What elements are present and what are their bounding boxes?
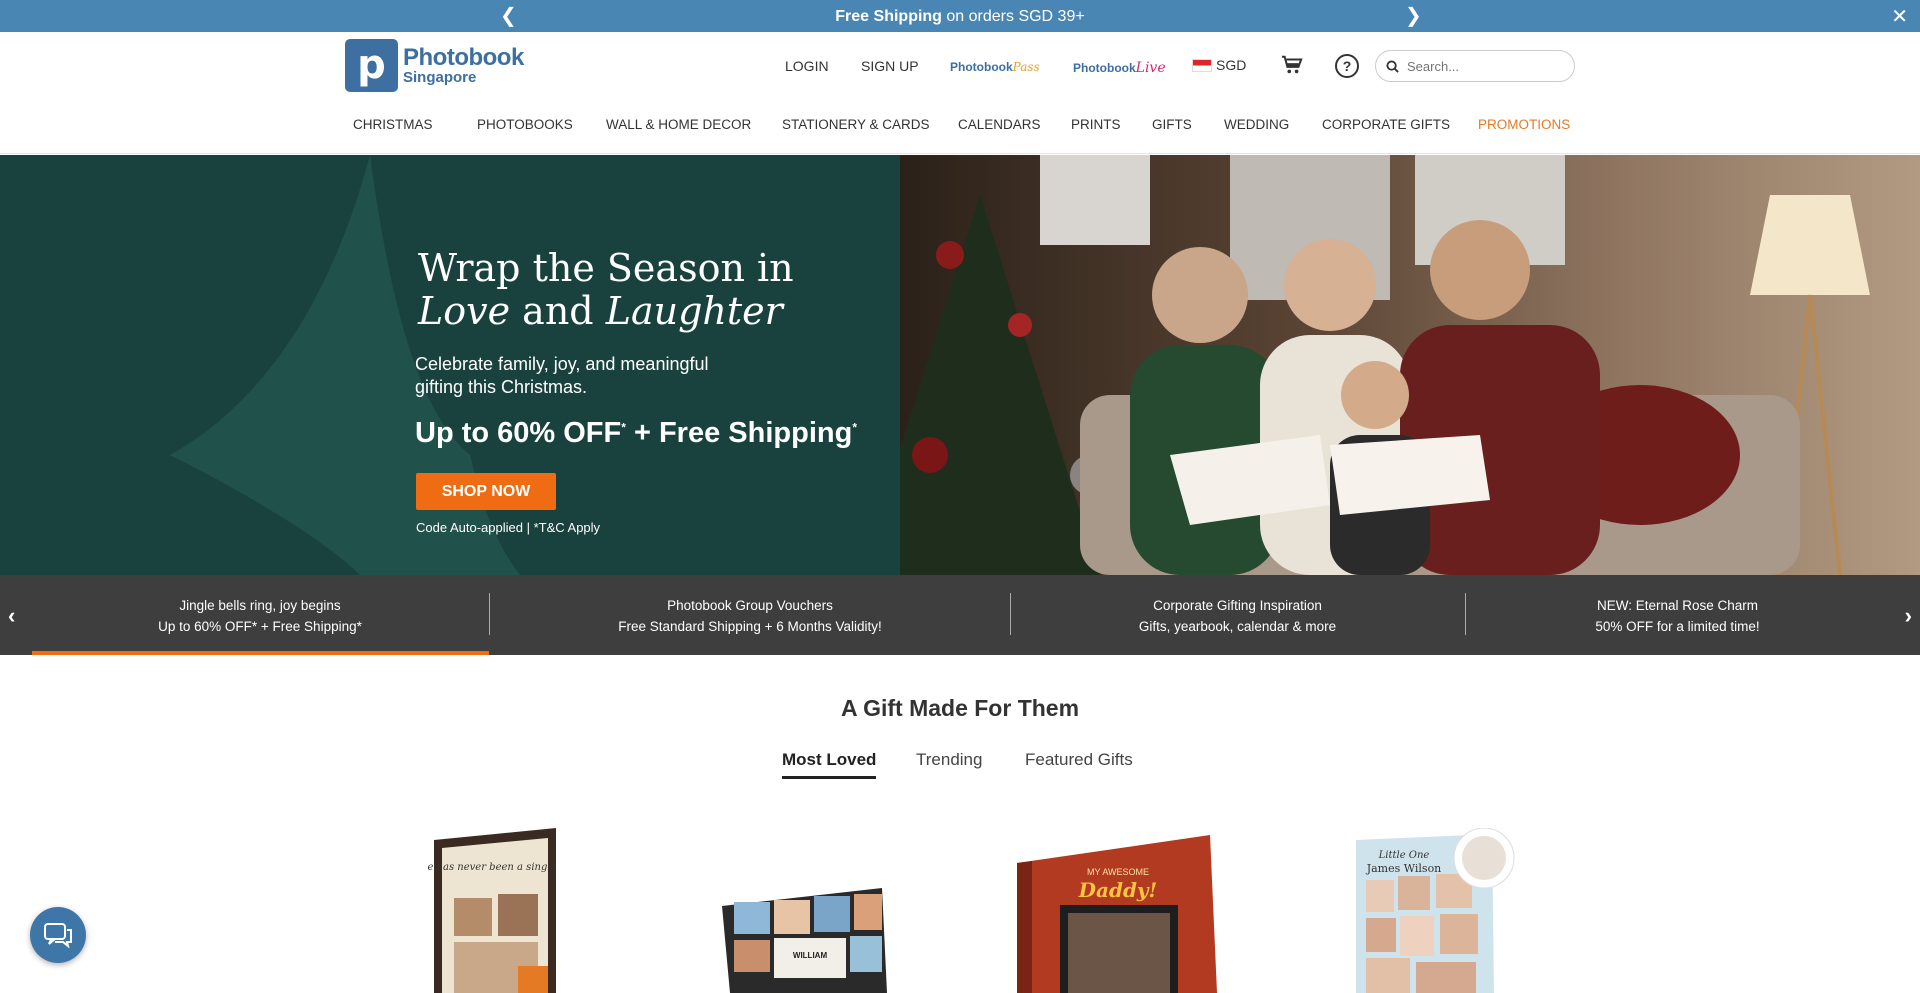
promo-1-line2: Up to 60% OFF* + Free Shipping* xyxy=(158,619,362,634)
offer-free: + Free Shipping xyxy=(625,417,853,449)
offer-star-2: * xyxy=(852,420,857,435)
tab-trending[interactable]: Trending xyxy=(916,750,982,770)
product-frame[interactable]: Home has never been a single place xyxy=(428,828,558,993)
hero-banner[interactable]: Wrap the Season in Love and Laughter Cel… xyxy=(0,155,1920,575)
pass-script: Pass xyxy=(1012,60,1040,74)
collage-name: James Wilson xyxy=(1366,862,1442,875)
nav-promotions[interactable]: PROMOTIONS xyxy=(1478,117,1570,132)
shop-now-button[interactable]: SHOP NOW xyxy=(416,473,556,510)
hero-family-image xyxy=(900,155,1920,575)
nav-stationery-cards[interactable]: STATIONERY & CARDS xyxy=(782,117,930,132)
promo-item-3[interactable]: Corporate Gifting Inspiration Gifts, yea… xyxy=(1040,595,1435,637)
announcement-text: on orders SGD 39+ xyxy=(941,8,1085,25)
collage-top: Little One xyxy=(1378,850,1430,861)
logo-line2: Singapore xyxy=(403,68,477,86)
nav-wall-home-decor[interactable]: WALL & HOME DECOR xyxy=(606,117,751,132)
logo-mark: p xyxy=(345,39,398,92)
chat-icon[interactable] xyxy=(30,907,86,963)
nav-gifts[interactable]: GIFTS xyxy=(1152,117,1192,132)
nav-photobooks[interactable]: PHOTOBOOKS xyxy=(477,117,573,132)
carousel-progress-bar xyxy=(32,651,489,655)
nav-christmas[interactable]: CHRISTMAS xyxy=(353,117,433,132)
promo-4-line1: NEW: Eternal Rose Charm xyxy=(1596,598,1759,613)
hero-note: Code Auto-applied | *T&C Apply xyxy=(416,520,601,535)
nav-wedding[interactable]: WEDDING xyxy=(1224,117,1289,132)
promo-item-1[interactable]: Jingle bells ring, joy begins Up to 60% … xyxy=(60,595,460,637)
logo-line1: Photobook xyxy=(403,43,524,71)
gift-section-title: A Gift Made For Them xyxy=(840,695,1080,721)
hero-title-love: Love xyxy=(418,289,511,333)
photobook-pass-link[interactable]: PhotobookPass xyxy=(950,60,1040,74)
hero-text-panel: Wrap the Season in Love and Laughter Cel… xyxy=(0,155,900,575)
tab-most-loved[interactable]: Most Loved xyxy=(782,750,877,779)
photobook-live-link[interactable]: PhotobookLive xyxy=(1073,60,1166,76)
strip-next-icon[interactable]: › xyxy=(1905,603,1912,629)
promo-3-line2: Gifts, yearbook, calendar & more xyxy=(1138,619,1337,634)
chevron-right-icon[interactable]: ❯ xyxy=(1405,5,1422,27)
pass-brand: Photobook xyxy=(950,60,1013,74)
product-collage[interactable]: Little One James Wilson xyxy=(1352,828,1520,993)
announcement-bold: Free Shipping xyxy=(835,8,942,25)
currency-selector[interactable]: SGD xyxy=(1192,57,1246,73)
live-script: Live xyxy=(1135,60,1166,76)
login-link[interactable]: LOGIN xyxy=(785,58,829,74)
hero-title: Wrap the Season in Love and Laughter xyxy=(418,247,794,333)
offer-main: Up to 60% OFF xyxy=(415,417,622,449)
promo-1-line1: Jingle bells ring, joy begins xyxy=(179,598,341,613)
family-photo-illustration xyxy=(900,155,1870,575)
product-photobook[interactable]: MY AWESOME Daddy! xyxy=(1012,835,1217,993)
hero-offer: Up to 60% OFF* + Free Shipping* xyxy=(415,417,857,450)
hero-title-and: and xyxy=(510,289,606,333)
promo-3-line1: Corporate Gifting Inspiration xyxy=(1153,598,1322,613)
promo-strip: ‹ Jingle bells ring, joy begins Up to 60… xyxy=(0,575,1920,655)
currency-label: SGD xyxy=(1216,57,1247,73)
site-logo[interactable]: p Photobook Singapore xyxy=(345,39,524,92)
close-icon[interactable]: ✕ xyxy=(1891,4,1908,29)
promo-2-line2: Free Standard Shipping + 6 Months Validi… xyxy=(618,619,882,634)
calendar-name: WILLIAM xyxy=(793,951,828,960)
promo-divider xyxy=(1465,593,1466,635)
promo-2-line1: Photobook Group Vouchers xyxy=(667,598,833,613)
promo-divider xyxy=(489,593,490,635)
product-calendar[interactable]: WILLIAM xyxy=(722,888,887,993)
site-header: p Photobook Singapore LOGIN SIGN UP Phot… xyxy=(0,32,1920,154)
hero-title-line1: Wrap the Season in xyxy=(418,246,794,290)
nav-prints[interactable]: PRINTS xyxy=(1071,117,1121,132)
book-title: Daddy! xyxy=(1078,878,1158,902)
cart-icon[interactable] xyxy=(1281,54,1303,76)
logo-text: Photobook Singapore xyxy=(403,43,524,86)
announcement-message[interactable]: Free Shipping on orders SGD 39+ xyxy=(0,8,1920,26)
promo-4-line2: 50% OFF for a limited time! xyxy=(1595,619,1760,634)
strip-prev-icon[interactable]: ‹ xyxy=(8,603,15,629)
help-icon[interactable]: ? xyxy=(1335,54,1359,78)
signup-link[interactable]: SIGN UP xyxy=(861,58,919,74)
promo-divider xyxy=(1010,593,1011,635)
hero-subtitle: Celebrate family, joy, and meaningful gi… xyxy=(415,354,709,397)
nav-corporate-gifts[interactable]: CORPORATE GIFTS xyxy=(1322,117,1450,132)
live-brand: Photobook xyxy=(1073,61,1136,75)
promo-item-4[interactable]: NEW: Eternal Rose Charm 50% OFF for a li… xyxy=(1495,595,1860,637)
nav-calendars[interactable]: CALENDARS xyxy=(958,117,1041,132)
search-icon xyxy=(1386,59,1399,73)
search-input[interactable] xyxy=(1407,58,1567,74)
tab-featured-gifts[interactable]: Featured Gifts xyxy=(1025,750,1133,770)
main-nav: CHRISTMAS PHOTOBOOKS WALL & HOME DECOR S… xyxy=(0,117,1920,139)
singapore-flag-icon xyxy=(1192,58,1212,72)
hero-title-laughter: Laughter xyxy=(605,289,783,333)
book-top-text: MY AWESOME xyxy=(1087,867,1149,877)
search-box xyxy=(1375,50,1575,82)
promo-item-2[interactable]: Photobook Group Vouchers Free Standard S… xyxy=(520,595,980,637)
frame-quote: Home has never been a single place xyxy=(428,862,558,873)
gift-tabs: Most Loved Trending Featured Gifts xyxy=(0,750,1920,786)
announcement-bar: ❮ Free Shipping on orders SGD 39+ ❯ ✕ xyxy=(0,0,1920,32)
